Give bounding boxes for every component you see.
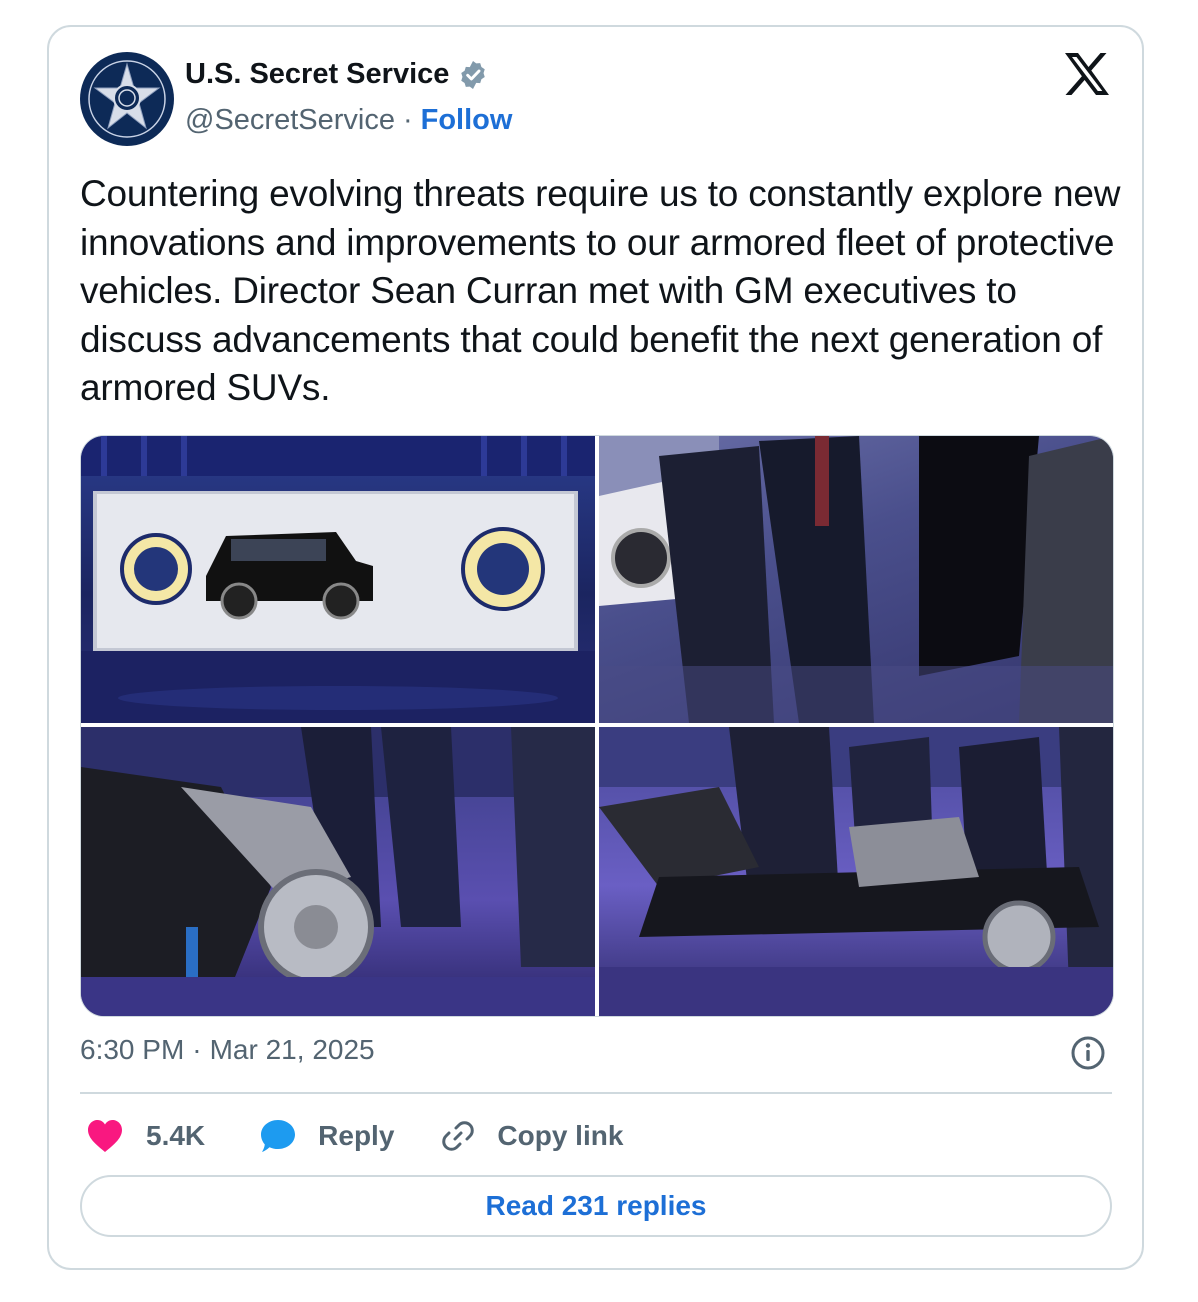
photo-vehicle-door[interactable] [599,436,1113,723]
author-name-row: U.S. Secret Service [185,58,489,91]
read-replies-button[interactable]: Read 231 replies [80,1175,1112,1237]
tweet-date[interactable]: Mar 21, 2025 [210,1034,375,1066]
timestamp-row: 6:30 PM · Mar 21, 2025 [80,1034,375,1066]
media-grid [80,435,1114,1017]
timestamp-separator: · [192,1034,202,1065]
reply-bubble-icon [261,1120,296,1152]
info-icon[interactable] [1070,1035,1106,1071]
like-button[interactable]: 5.4K [86,1119,205,1153]
copy-link-label: Copy link [497,1120,624,1151]
reply-button[interactable]: Reply [260,1119,394,1153]
verified-badge-icon [457,59,489,91]
photo-suspension-chassis[interactable] [81,727,595,1016]
tweet-time[interactable]: 6:30 PM [80,1034,184,1066]
author-handle[interactable]: @SecretService [185,104,395,137]
photo-suv-display[interactable] [81,436,595,723]
action-bar: 5.4K Reply Copy link [86,1114,623,1158]
like-count: 5.4K [146,1120,206,1151]
heart-icon [88,1120,122,1152]
tweet-text: Countering evolving threats require us t… [80,173,1121,408]
copy-link-button[interactable]: Copy link [441,1119,623,1153]
x-logo-icon[interactable] [1063,52,1111,96]
divider [80,1092,1112,1094]
link-icon [442,1121,475,1151]
photo-frame-chassis[interactable] [599,727,1113,1016]
avatar[interactable] [80,52,174,146]
follow-button[interactable]: Follow [421,104,513,137]
reply-label: Reply [318,1120,395,1151]
author-name[interactable]: U.S. Secret Service [185,58,449,91]
handle-separator: · [402,104,413,136]
handle-row: @SecretService · Follow [185,104,512,137]
secret-service-badge-icon [82,54,172,144]
